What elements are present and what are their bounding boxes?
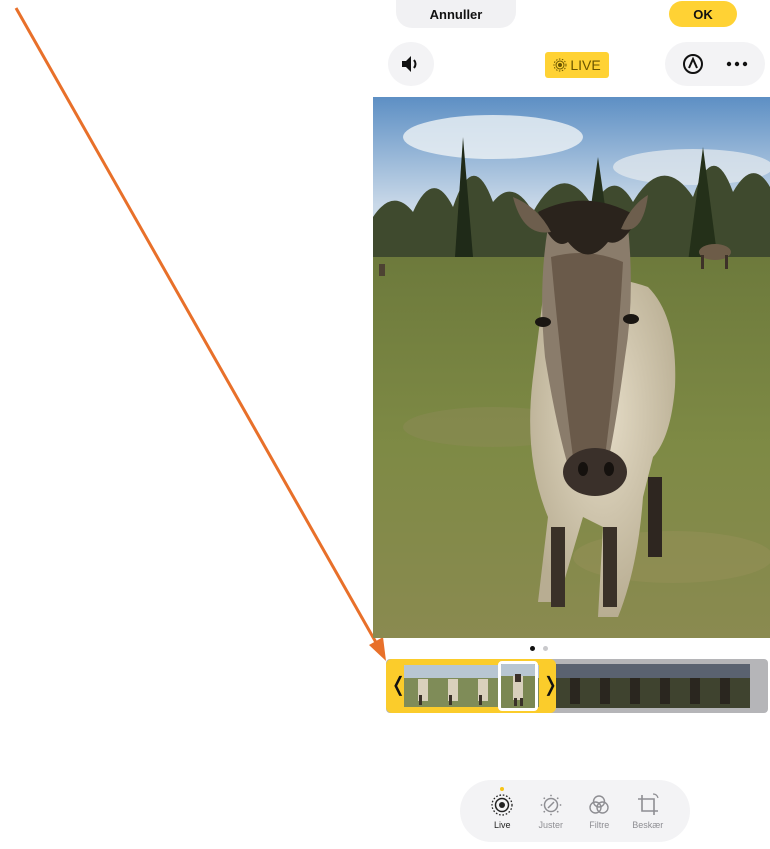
markup-more-group — [665, 42, 765, 86]
photo-preview[interactable] — [373, 97, 770, 638]
cancel-button[interactable]: Annuller — [396, 0, 516, 28]
tool-label: Juster — [538, 819, 563, 830]
edit-toolbar: Live Juster Filtre Beskær — [460, 780, 690, 842]
more-button[interactable] — [720, 47, 754, 81]
trim-right-handle-icon[interactable]: ❭ — [542, 674, 559, 696]
live-photo-timeline[interactable]: ❬ ❭ — [386, 659, 768, 713]
horse-photo — [373, 97, 770, 638]
filters-icon — [589, 794, 609, 814]
live-label: LIVE — [570, 57, 601, 73]
markup-button[interactable] — [676, 47, 710, 81]
filmstrip-excluded — [556, 664, 750, 708]
page-dot-active[interactable] — [530, 646, 535, 651]
page-dot[interactable] — [543, 646, 548, 651]
tool-adjust[interactable]: Juster — [528, 793, 574, 830]
page-indicator — [530, 646, 548, 651]
key-photo-frame[interactable] — [498, 661, 538, 711]
tool-label: Beskær — [632, 819, 664, 830]
tool-filters[interactable]: Filtre — [576, 793, 622, 830]
sound-button[interactable] — [388, 42, 434, 86]
more-icon — [726, 61, 748, 67]
tool-crop[interactable]: Beskær — [625, 792, 671, 830]
live-toggle[interactable]: LIVE — [545, 52, 609, 78]
markup-icon — [683, 54, 703, 74]
active-indicator — [500, 786, 505, 791]
key-photo-thumbnail — [501, 664, 535, 708]
adjust-icon — [540, 794, 562, 815]
timeline-frames-excluded[interactable] — [556, 664, 750, 708]
ok-button[interactable]: OK — [669, 1, 737, 27]
speaker-icon — [402, 56, 417, 72]
tool-label: Live — [493, 819, 511, 830]
tool-label: Filtre — [589, 819, 610, 830]
live-icon — [491, 793, 513, 816]
tool-live[interactable]: Live — [479, 786, 525, 830]
live-photo-icon — [553, 58, 567, 72]
crop-icon — [637, 792, 659, 815]
